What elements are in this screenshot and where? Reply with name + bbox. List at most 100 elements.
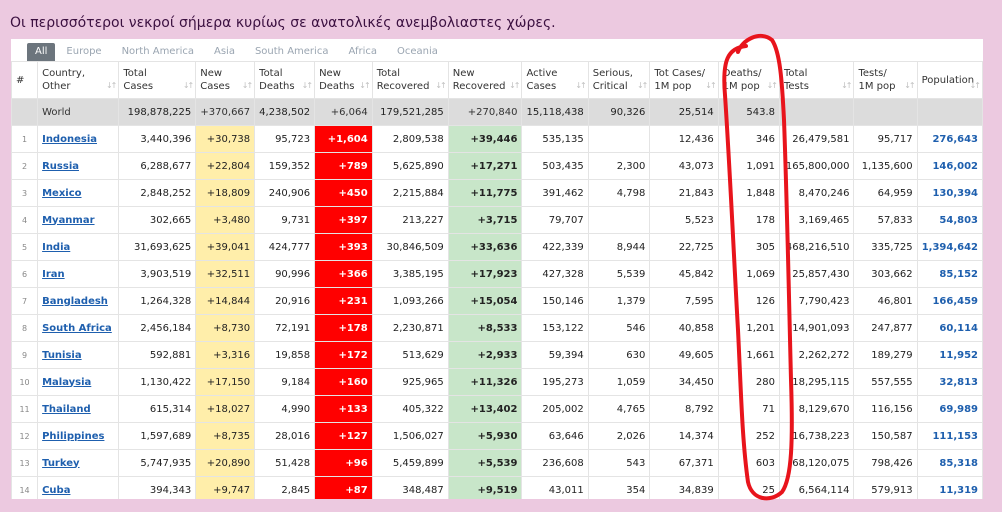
- column-header-label: Tests/ 1M pop: [858, 68, 896, 92]
- table-cell: 3,385,195: [371, 260, 449, 288]
- column-header[interactable]: Deaths/ 1M pop ↓↑: [717, 61, 781, 99]
- sort-icon[interactable]: ↓↑: [509, 79, 520, 92]
- column-header[interactable]: Country, Other ↓↑: [37, 61, 120, 99]
- tab-asia[interactable]: Asia: [205, 43, 244, 61]
- table-cell: 2,262,272: [778, 341, 855, 369]
- table-cell: 247,877: [853, 314, 918, 342]
- country-link[interactable]: India: [42, 242, 70, 253]
- table-cell: +22,804: [195, 152, 256, 180]
- country-link[interactable]: Tunisia: [42, 350, 82, 361]
- column-header[interactable]: Population ↓↑: [916, 61, 983, 99]
- sort-icon[interactable]: ↓↑: [637, 79, 648, 92]
- table-cell[interactable]: 85,152: [916, 260, 983, 288]
- country-link[interactable]: Mexico: [42, 188, 81, 199]
- country-link[interactable]: Cuba: [42, 485, 70, 496]
- sort-icon[interactable]: ↓↑: [904, 79, 915, 92]
- table-cell: 4,765: [587, 395, 651, 423]
- table-cell[interactable]: 146,002: [916, 152, 983, 180]
- country-link[interactable]: Turkey: [42, 458, 79, 469]
- table-cell: 2,230,871: [371, 314, 449, 342]
- sort-icon[interactable]: ↓↑: [575, 79, 586, 92]
- table-cell: 405,322: [371, 395, 449, 423]
- column-header[interactable]: Serious, Critical ↓↑: [587, 61, 651, 99]
- table-cell[interactable]: 54,803: [916, 206, 983, 234]
- column-header[interactable]: Tests/ 1M pop ↓↑: [853, 61, 918, 99]
- table-cell[interactable]: 85,318: [916, 449, 983, 477]
- table-cell[interactable]: 11,319: [916, 476, 983, 499]
- country-link[interactable]: Russia: [42, 161, 79, 172]
- country-link[interactable]: South Africa: [42, 323, 112, 334]
- table-cell[interactable]: 1,394,642: [916, 233, 983, 261]
- tab-africa[interactable]: Africa: [339, 43, 386, 61]
- column-header[interactable]: Tot Cases/ 1M pop ↓↑: [649, 61, 719, 99]
- table-row: 7 Bangladesh 1,264,328 +14,844 20,916 +231 1,0…: [11, 287, 983, 315]
- table-row: 11 Thailand 615,314 +18,027 4,990 +133 405,322…: [11, 395, 983, 423]
- sort-icon[interactable]: ↓↑: [705, 79, 716, 92]
- tab-oceania[interactable]: Oceania: [388, 43, 447, 61]
- sort-icon[interactable]: ↓↑: [359, 79, 370, 92]
- column-header[interactable]: New Deaths ↓↑: [314, 61, 373, 99]
- sort-icon[interactable]: ↓↑: [106, 79, 117, 92]
- sort-icon[interactable]: ↓↑: [435, 79, 446, 92]
- column-header-label: New Deaths: [319, 68, 355, 92]
- tab-europe[interactable]: Europe: [57, 43, 110, 61]
- column-header-label: Active Cases: [526, 68, 558, 92]
- table-cell: +20,890: [195, 449, 256, 477]
- continent-tabs: All Europe North America Asia South America A…: [27, 43, 449, 61]
- column-header[interactable]: Total Tests ↓↑: [778, 61, 855, 99]
- column-header[interactable]: New Recovered ↓↑: [447, 61, 523, 99]
- sort-icon[interactable]: ↓↑: [242, 79, 253, 92]
- country-link[interactable]: Bangladesh: [42, 296, 108, 307]
- table-cell: +32,511: [195, 260, 256, 288]
- column-header[interactable]: New Cases ↓↑: [195, 61, 256, 99]
- table-cell[interactable]: 166,459: [916, 287, 983, 315]
- table-cell: 798,426: [853, 449, 918, 477]
- table-cell[interactable]: 11,952: [916, 341, 983, 369]
- table-cell: +270,840: [447, 98, 523, 126]
- column-header[interactable]: #: [11, 61, 39, 99]
- table-cell: 25,857,430: [778, 260, 855, 288]
- tab-all[interactable]: All: [27, 43, 56, 61]
- column-header[interactable]: Active Cases ↓↑: [521, 61, 589, 99]
- table-cell: +789: [314, 152, 373, 180]
- table-cell: 546: [587, 314, 651, 342]
- table-cell: 1,201: [717, 314, 781, 342]
- table-cell: 424,777: [254, 233, 316, 261]
- table-cell[interactable]: 130,394: [916, 179, 983, 207]
- country-link[interactable]: Iran: [42, 269, 65, 280]
- table-cell: +397: [314, 206, 373, 234]
- table-cell[interactable]: 69,989: [916, 395, 983, 423]
- table-cell: 8,470,246: [778, 179, 855, 207]
- column-header[interactable]: Total Deaths ↓↑: [254, 61, 316, 99]
- column-header[interactable]: Total Cases ↓↑: [118, 61, 197, 99]
- sort-icon[interactable]: ↓↑: [767, 79, 778, 92]
- table-cell: 1,059: [587, 368, 651, 396]
- country-link[interactable]: Malaysia: [42, 377, 91, 388]
- table-cell: 557,555: [853, 368, 918, 396]
- table-cell: 6: [11, 260, 39, 288]
- table-cell: +3,715: [447, 206, 523, 234]
- table-cell: 90,996: [254, 260, 316, 288]
- table-cell[interactable]: 111,153: [916, 422, 983, 450]
- country-link[interactable]: Philippines: [42, 431, 104, 442]
- sort-icon[interactable]: ↓↑: [183, 79, 194, 92]
- sort-icon[interactable]: ↓↑: [302, 79, 313, 92]
- table-cell: [11, 98, 39, 126]
- table-cell[interactable]: 276,643: [916, 125, 983, 153]
- country-link[interactable]: Myanmar: [42, 215, 94, 226]
- table-cell: +3,480: [195, 206, 256, 234]
- tab-north-america[interactable]: North America: [113, 43, 203, 61]
- country-link[interactable]: Thailand: [42, 404, 91, 415]
- tab-south-america[interactable]: South America: [246, 43, 338, 61]
- column-header[interactable]: Total Recovered ↓↑: [371, 61, 449, 99]
- table-cell: 615,314: [118, 395, 197, 423]
- sort-icon[interactable]: ↓↑: [970, 79, 981, 92]
- table-cell: 67,371: [649, 449, 719, 477]
- table-cell[interactable]: 60,114: [916, 314, 983, 342]
- world-row: World 198,878,225 +370,667 4,238,502 +6,064 1…: [11, 98, 983, 126]
- country-link[interactable]: Indonesia: [42, 134, 97, 145]
- table-cell: 31,693,625: [118, 233, 197, 261]
- table-cell: 1,093,266: [371, 287, 449, 315]
- table-cell[interactable]: 32,813: [916, 368, 983, 396]
- sort-icon[interactable]: ↓↑: [841, 79, 852, 92]
